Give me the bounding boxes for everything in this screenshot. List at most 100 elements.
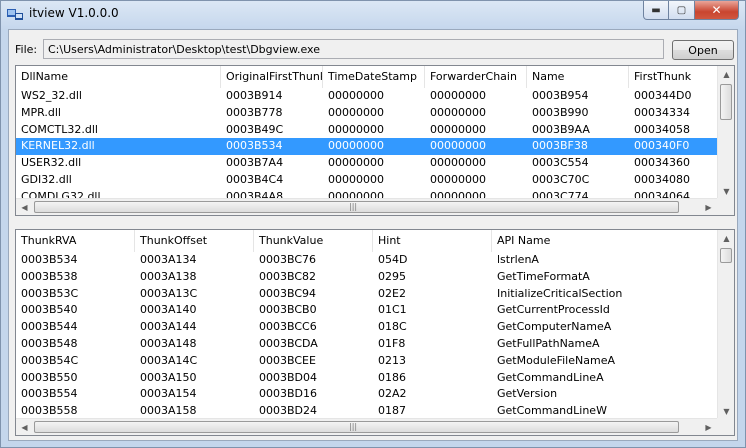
- table-cell: 0003BD16: [259, 387, 318, 401]
- scroll-right-arrow-icon[interactable]: ▶: [700, 419, 717, 435]
- dll-vertical-scrollbar[interactable]: ▲ ▼: [717, 66, 734, 200]
- window-controls: ▬ ▢ ✕: [643, 1, 739, 20]
- app-window: itview V1.0.0.0 ▬ ▢ ✕ File: Open DllName…: [0, 0, 746, 448]
- table-row[interactable]: KERNEL32.dll 0003B534 00000000 00000000 0003…: [16, 138, 719, 156]
- table-row[interactable]: 0003B534 0003A134 0003BC76 054D lstrlenA: [16, 252, 719, 269]
- table-cell: COMCTL32.dll: [21, 122, 98, 136]
- title-bar[interactable]: itview V1.0.0.0 ▬ ▢ ✕: [1, 1, 745, 27]
- table-cell: 0003BCEE: [259, 353, 316, 367]
- table-cell: 00000000: [430, 122, 486, 136]
- table-cell: 0003B534: [21, 253, 78, 266]
- table-cell: 00034334: [634, 105, 690, 119]
- table-row[interactable]: 0003B54C 0003A14C 0003BCEE 0213 GetModuleFil…: [16, 353, 719, 370]
- scroll-right-arrow-icon[interactable]: ▶: [700, 199, 717, 215]
- table-row[interactable]: 0003B540 0003A140 0003BCB0 01C1 GetCurrentPr…: [16, 302, 719, 319]
- table-cell: 0003C554: [532, 156, 589, 170]
- dll-list-view[interactable]: DllName OriginalFirstThunk TimeDateStamp Fo…: [15, 65, 735, 216]
- scroll-up-arrow-icon[interactable]: ▲: [718, 66, 734, 83]
- table-row[interactable]: GDI32.dll 0003B4C4 00000000 00000000 0003C70…: [16, 172, 719, 189]
- table-cell: 0003B548: [21, 336, 78, 350]
- table-cell: 0003BD04: [259, 370, 318, 384]
- table-row[interactable]: USER32.dll 0003B7A4 00000000 00000000 0003C5…: [16, 155, 719, 172]
- table-cell: USER32.dll: [21, 156, 82, 170]
- table-cell: 0003B554: [21, 387, 78, 401]
- thunk-column-header[interactable]: ThunkOffset: [135, 230, 254, 252]
- thunk-vertical-scrollbar[interactable]: ▲ ▼: [717, 230, 734, 420]
- table-cell: 00000000: [328, 105, 384, 119]
- thunk-list-view[interactable]: ThunkRVA ThunkOffset ThunkValue Hint API Nam…: [15, 229, 735, 436]
- thunk-hscroll-thumb[interactable]: |||: [34, 421, 679, 433]
- table-row[interactable]: MPR.dll 0003B778 00000000 00000000 0003B990 0…: [16, 105, 719, 122]
- dll-vscroll-thumb[interactable]: [720, 84, 732, 120]
- table-cell: 01F8: [378, 336, 406, 350]
- table-cell: 01C1: [378, 303, 407, 317]
- thunk-column-header[interactable]: API Name: [492, 230, 719, 252]
- dll-column-header[interactable]: ForwarderChain: [425, 66, 527, 88]
- thunk-column-header[interactable]: Hint: [373, 230, 492, 252]
- table-cell: GetCommandLineA: [497, 370, 604, 384]
- table-row[interactable]: 0003B538 0003A138 0003BC82 0295 GetTimeForma…: [16, 269, 719, 286]
- thunk-table-body: 0003B534 0003A134 0003BC76 054D lstrlenA 0003…: [16, 252, 719, 420]
- table-row[interactable]: 0003B550 0003A150 0003BD04 0186 GetCommandLi…: [16, 370, 719, 387]
- scroll-up-arrow-icon[interactable]: ▲: [718, 230, 734, 247]
- table-cell: GetModuleFileNameA: [497, 353, 615, 367]
- dll-column-header[interactable]: OriginalFirstThunk: [221, 66, 323, 88]
- table-cell: 000344D0: [634, 89, 692, 102]
- scroll-left-arrow-icon[interactable]: ◀: [16, 419, 33, 435]
- table-cell: 02A2: [378, 387, 407, 401]
- scroll-corner: [717, 198, 734, 215]
- dll-column-header[interactable]: Name: [527, 66, 629, 88]
- table-cell: 00000000: [328, 89, 384, 102]
- dll-column-header[interactable]: TimeDateStamp: [323, 66, 425, 88]
- maximize-button[interactable]: ▢: [669, 1, 695, 20]
- table-cell: 000340F0: [634, 139, 690, 153]
- table-cell: 0003A140: [140, 303, 197, 317]
- table-cell: 0003BCDA: [259, 336, 318, 350]
- dll-column-header[interactable]: FirstThunk: [629, 66, 719, 88]
- file-path-input[interactable]: [43, 39, 664, 59]
- table-row[interactable]: WS2_32.dll 0003B914 00000000 00000000 0003B9…: [16, 88, 719, 105]
- table-row[interactable]: 0003B548 0003A148 0003BCDA 01F8 GetFullPathN…: [16, 336, 719, 353]
- dll-hscroll-thumb[interactable]: |||: [34, 201, 679, 213]
- table-cell: 00000000: [430, 156, 486, 170]
- close-button[interactable]: ✕: [695, 1, 739, 20]
- grip-icon: |||: [349, 202, 358, 211]
- grip-icon: |||: [349, 422, 358, 431]
- table-row[interactable]: 0003B53C 0003A13C 0003BC94 02E2 InitializeCr…: [16, 286, 719, 303]
- thunk-vscroll-thumb[interactable]: [720, 248, 732, 263]
- table-cell: 0003A144: [140, 320, 197, 334]
- table-cell: GetVersion: [497, 387, 558, 401]
- table-cell: 00000000: [430, 89, 486, 102]
- thunk-horizontal-scrollbar[interactable]: ◀ ||| ▶: [16, 418, 717, 435]
- thunk-table-header: ThunkRVA ThunkOffset ThunkValue Hint API Nam…: [16, 230, 719, 252]
- table-cell: 0003BC82: [259, 269, 317, 283]
- table-cell: 0003B990: [532, 105, 589, 119]
- table-row[interactable]: COMCTL32.dll 0003B49C 00000000 00000000 0003…: [16, 122, 719, 139]
- minimize-button[interactable]: ▬: [643, 1, 669, 20]
- table-cell: 0295: [378, 269, 406, 283]
- table-cell: 0003A150: [140, 370, 197, 384]
- table-cell: 02E2: [378, 286, 406, 300]
- table-cell: 0003A134: [140, 253, 197, 266]
- table-cell: 0003BC76: [259, 253, 317, 266]
- dll-horizontal-scrollbar[interactable]: ◀ ||| ▶: [16, 198, 717, 215]
- table-cell: 0003A148: [140, 336, 197, 350]
- table-row[interactable]: 0003B544 0003A144 0003BCC6 018C GetComputerN…: [16, 319, 719, 336]
- table-cell: 0003B4C4: [226, 172, 284, 186]
- table-cell: 054D: [378, 253, 408, 266]
- table-cell: 0003B540: [21, 303, 78, 317]
- table-row[interactable]: 0003B554 0003A154 0003BD16 02A2 GetVersion: [16, 386, 719, 403]
- thunk-column-header[interactable]: ThunkValue: [254, 230, 373, 252]
- table-cell: WS2_32.dll: [21, 89, 82, 102]
- scroll-left-arrow-icon[interactable]: ◀: [16, 199, 33, 215]
- open-button[interactable]: Open: [672, 40, 734, 60]
- table-cell: 0003B534: [226, 139, 283, 153]
- thunk-column-header[interactable]: ThunkRVA: [16, 230, 135, 252]
- table-cell: GetFullPathNameA: [497, 336, 600, 350]
- table-cell: 00000000: [328, 156, 384, 170]
- dll-column-header[interactable]: DllName: [16, 66, 221, 88]
- table-cell: 0003A13C: [140, 286, 198, 300]
- table-cell: 0003B778: [226, 105, 283, 119]
- scroll-corner: [717, 418, 734, 435]
- table-cell: 0003A138: [140, 269, 197, 283]
